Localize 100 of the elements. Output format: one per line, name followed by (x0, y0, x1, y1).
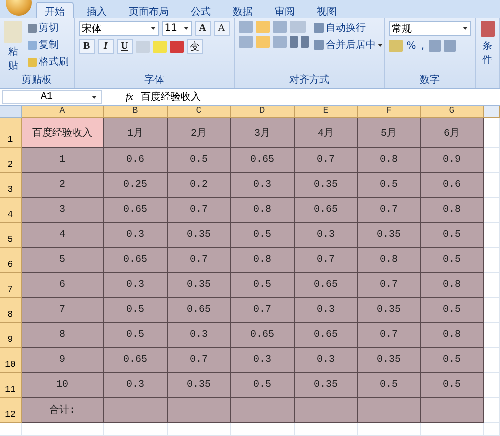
table-cell[interactable]: 0.5 (421, 248, 484, 273)
shrink-font-button[interactable]: A (214, 21, 230, 36)
table-cell[interactable]: 3月 (231, 118, 295, 148)
table-cell[interactable]: 0.7 (358, 323, 421, 348)
comma-button[interactable]: , (420, 39, 426, 53)
table-cell[interactable] (358, 398, 421, 423)
table-cell[interactable]: 5月 (358, 118, 421, 148)
merge-center-button[interactable]: 合并后居中 (312, 38, 384, 52)
table-cell[interactable]: 0.8 (231, 248, 295, 273)
table-cell[interactable]: 0.8 (231, 198, 295, 223)
table-cell[interactable]: 0.65 (168, 298, 231, 323)
empty-cell[interactable] (484, 323, 500, 348)
table-cell[interactable]: 0.3 (295, 223, 358, 248)
table-cell[interactable]: 0.8 (421, 273, 484, 298)
number-format-field[interactable]: 常规 (388, 21, 471, 36)
ribbon-tab[interactable]: 审阅 (266, 2, 304, 18)
table-cell[interactable]: 0.65 (104, 248, 168, 273)
table-cell[interactable]: 10 (22, 373, 104, 398)
row-header[interactable]: 12 (0, 398, 22, 423)
table-cell[interactable]: 0.35 (295, 173, 358, 198)
empty-cell[interactable] (484, 273, 500, 298)
empty-cell[interactable] (484, 373, 500, 398)
table-cell[interactable]: 0.2 (168, 173, 231, 198)
table-cell[interactable]: 0.3 (295, 298, 358, 323)
empty-cell[interactable] (484, 198, 500, 223)
grow-font-button[interactable]: A (194, 21, 211, 36)
table-cell[interactable]: 1月 (104, 118, 168, 148)
table-cell[interactable]: 0.7 (295, 148, 358, 173)
table-cell[interactable]: 0.35 (295, 373, 358, 398)
italic-button[interactable]: I (98, 39, 114, 54)
table-cell[interactable]: 0.8 (421, 198, 484, 223)
table-cell[interactable] (231, 398, 295, 423)
empty-cell[interactable] (484, 248, 500, 273)
table-cell[interactable]: 0.65 (295, 198, 358, 223)
row-header[interactable]: 8 (0, 298, 22, 323)
table-cell[interactable]: 0.7 (295, 248, 358, 273)
ribbon-tab[interactable]: 页面布局 (120, 2, 178, 18)
table-cell[interactable] (168, 398, 231, 423)
wrap-text-button[interactable]: 自动换行 (312, 21, 384, 35)
table-cell[interactable]: 0.5 (104, 298, 168, 323)
row-header[interactable]: 3 (0, 173, 22, 198)
table-cell[interactable]: 7 (22, 298, 104, 323)
column-header[interactable] (484, 106, 500, 118)
table-cell[interactable]: 0.65 (231, 148, 295, 173)
table-cell[interactable]: 0.3 (104, 373, 168, 398)
table-cell[interactable]: 0.7 (168, 348, 231, 373)
empty-cell[interactable] (484, 148, 500, 173)
table-cell[interactable]: 0.5 (358, 373, 421, 398)
table-cell[interactable]: 0.6 (104, 148, 168, 173)
table-cell[interactable]: 0.6 (421, 173, 484, 198)
table-cell[interactable]: 6月 (421, 118, 484, 148)
underline-button[interactable]: U (116, 39, 133, 54)
row-header[interactable]: 11 (0, 373, 22, 398)
phonetic-button[interactable]: 变 (186, 39, 203, 54)
empty-cell[interactable] (484, 423, 500, 436)
formula-value[interactable]: 百度经验收入 (141, 90, 202, 104)
empty-cell[interactable] (484, 398, 500, 423)
table-cell[interactable]: 0.65 (295, 273, 358, 298)
table-cell[interactable]: 0.35 (168, 273, 231, 298)
empty-cell[interactable] (231, 423, 295, 436)
table-cell[interactable]: 0.7 (168, 198, 231, 223)
table-cell[interactable]: 0.65 (231, 323, 295, 348)
table-cell[interactable]: 0.5 (421, 348, 484, 373)
table-cell[interactable]: 0.3 (231, 348, 295, 373)
table-cell[interactable]: 0.5 (231, 373, 295, 398)
empty-cell[interactable] (484, 173, 500, 198)
table-cell[interactable]: 0.65 (295, 323, 358, 348)
row-header[interactable]: 5 (0, 223, 22, 248)
table-cell[interactable]: 0.5 (231, 223, 295, 248)
column-header[interactable]: B (104, 106, 168, 118)
table-cell[interactable]: 0.8 (358, 148, 421, 173)
table-cell[interactable]: 1 (22, 148, 104, 173)
empty-cell[interactable] (484, 348, 500, 373)
table-cell[interactable]: 4月 (295, 118, 358, 148)
function-label[interactable]: fx (126, 92, 134, 102)
table-cell[interactable]: 0.5 (231, 273, 295, 298)
table-cell[interactable] (421, 398, 484, 423)
empty-cell[interactable] (358, 423, 421, 436)
empty-cell[interactable] (295, 423, 358, 436)
table-cell[interactable]: 0.7 (168, 248, 231, 273)
table-cell[interactable]: 0.65 (104, 198, 168, 223)
table-cell[interactable]: 合计: (22, 398, 104, 423)
ribbon-tab[interactable]: 公式 (182, 2, 220, 18)
bold-button[interactable]: B (78, 39, 95, 54)
empty-cell[interactable] (484, 298, 500, 323)
column-header[interactable]: C (168, 106, 231, 118)
table-cell[interactable]: 4 (22, 223, 104, 248)
empty-cell[interactable] (104, 423, 168, 436)
row-header[interactable]: 1 (0, 118, 22, 148)
table-cell[interactable]: 0.3 (231, 173, 295, 198)
table-cell[interactable]: 0.8 (421, 323, 484, 348)
table-cell[interactable]: 0.5 (104, 323, 168, 348)
table-cell[interactable]: 0.35 (358, 348, 421, 373)
row-header[interactable]: 7 (0, 273, 22, 298)
table-cell[interactable]: 9 (22, 348, 104, 373)
column-header[interactable]: E (295, 106, 358, 118)
column-header[interactable]: D (231, 106, 295, 118)
table-cell[interactable]: 0.5 (421, 298, 484, 323)
column-header[interactable]: G (421, 106, 484, 118)
table-cell[interactable]: 0.9 (421, 148, 484, 173)
